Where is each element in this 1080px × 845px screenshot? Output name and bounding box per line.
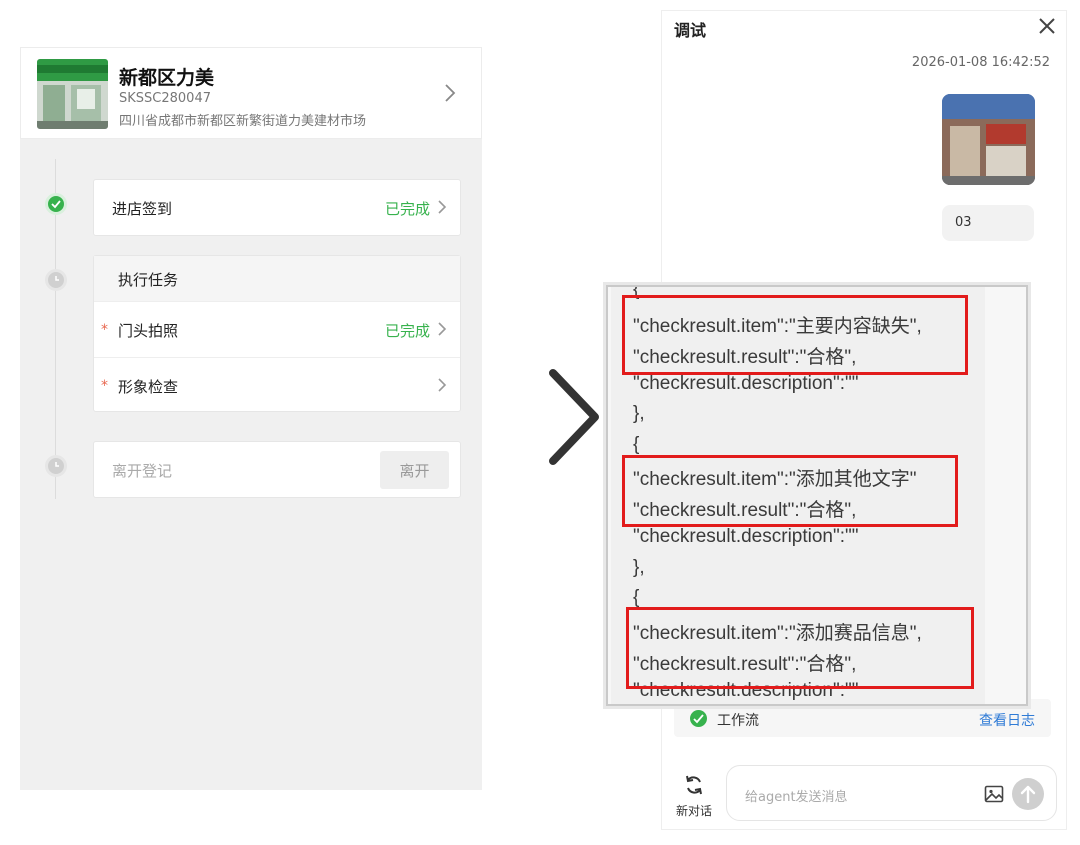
check-circle-icon [45, 193, 67, 215]
task-item-status: 已完成 [384, 322, 430, 340]
json-line: { [633, 587, 640, 608]
json-line: "checkresult.description":"" [633, 373, 859, 394]
checkin-label: 进店签到 [112, 200, 173, 218]
json-line: }, [633, 403, 645, 424]
chevron-right-icon [549, 369, 599, 465]
send-button[interactable] [1012, 778, 1044, 810]
panel-title: 调试 [674, 21, 707, 40]
leave-button[interactable]: 离开 [380, 451, 449, 489]
task-item-label: 形象检查 [118, 378, 179, 396]
task-header-label: 执行任务 [118, 271, 179, 289]
message-image[interactable] [942, 94, 1035, 185]
json-line: }, [633, 557, 645, 578]
highlight-box [622, 295, 968, 375]
leave-card: 离开登记 离开 [93, 441, 461, 498]
store-code: SKSSC280047 [119, 91, 211, 106]
workflow-label: 工作流 [717, 713, 759, 729]
clock-icon [45, 269, 67, 291]
close-icon[interactable] [1036, 15, 1058, 37]
highlight-box [626, 607, 974, 689]
message-input[interactable]: 给agent发送消息 [726, 765, 1057, 821]
message-input-placeholder: 给agent发送消息 [745, 790, 848, 805]
chevron-right-icon [436, 376, 448, 398]
store-header-card[interactable]: 新都区力美 SKSSC280047 四川省成都市新都区新繁街道力美建材市场 [20, 47, 482, 139]
check-circle-icon [690, 710, 707, 727]
new-chat-label: 新对话 [675, 804, 712, 818]
send-arrow-icon [1020, 785, 1036, 804]
store-thumbnail [37, 59, 108, 129]
store-name: 新都区力美 [119, 67, 215, 89]
highlight-box [622, 455, 958, 527]
message-timestamp: 2026-01-08 16:42:52 [911, 55, 1050, 70]
checkin-card[interactable]: 进店签到 已完成 [93, 179, 461, 236]
checkin-status: 已完成 [384, 200, 430, 218]
required-mark: * [101, 322, 108, 338]
json-line: "checkresult.description":"" [633, 526, 859, 547]
task-header: 执行任务 [94, 256, 460, 302]
clock-icon [45, 455, 67, 477]
required-mark: * [101, 378, 108, 394]
task-item-storefront-photo[interactable]: * 门头拍照 已完成 [94, 302, 460, 357]
refresh-icon [686, 775, 702, 795]
json-result-zoom: { "checkresult.item":"主要内容缺失", "checkres… [606, 285, 1028, 706]
view-log-link[interactable]: 查看日志 [979, 710, 1035, 730]
leave-placeholder: 离开登记 [112, 462, 173, 480]
chevron-right-icon[interactable] [439, 82, 461, 104]
json-line: { [633, 434, 640, 455]
chevron-right-icon [436, 198, 448, 220]
chevron-right-icon [436, 320, 448, 342]
message-bubble: 03 [942, 205, 1034, 241]
image-icon[interactable] [984, 784, 1004, 804]
task-item-label: 门头拍照 [118, 322, 179, 340]
task-card: 执行任务 * 门头拍照 已完成 * 形象检查 [93, 255, 461, 412]
task-item-image-check[interactable]: * 形象检查 [94, 357, 460, 412]
store-address: 四川省成都市新都区新繁街道力美建材市场 [119, 114, 367, 129]
new-chat-button[interactable]: 新对话 [670, 774, 718, 820]
store-visit-panel: 新都区力美 SKSSC280047 四川省成都市新都区新繁街道力美建材市场 进店… [20, 47, 482, 790]
